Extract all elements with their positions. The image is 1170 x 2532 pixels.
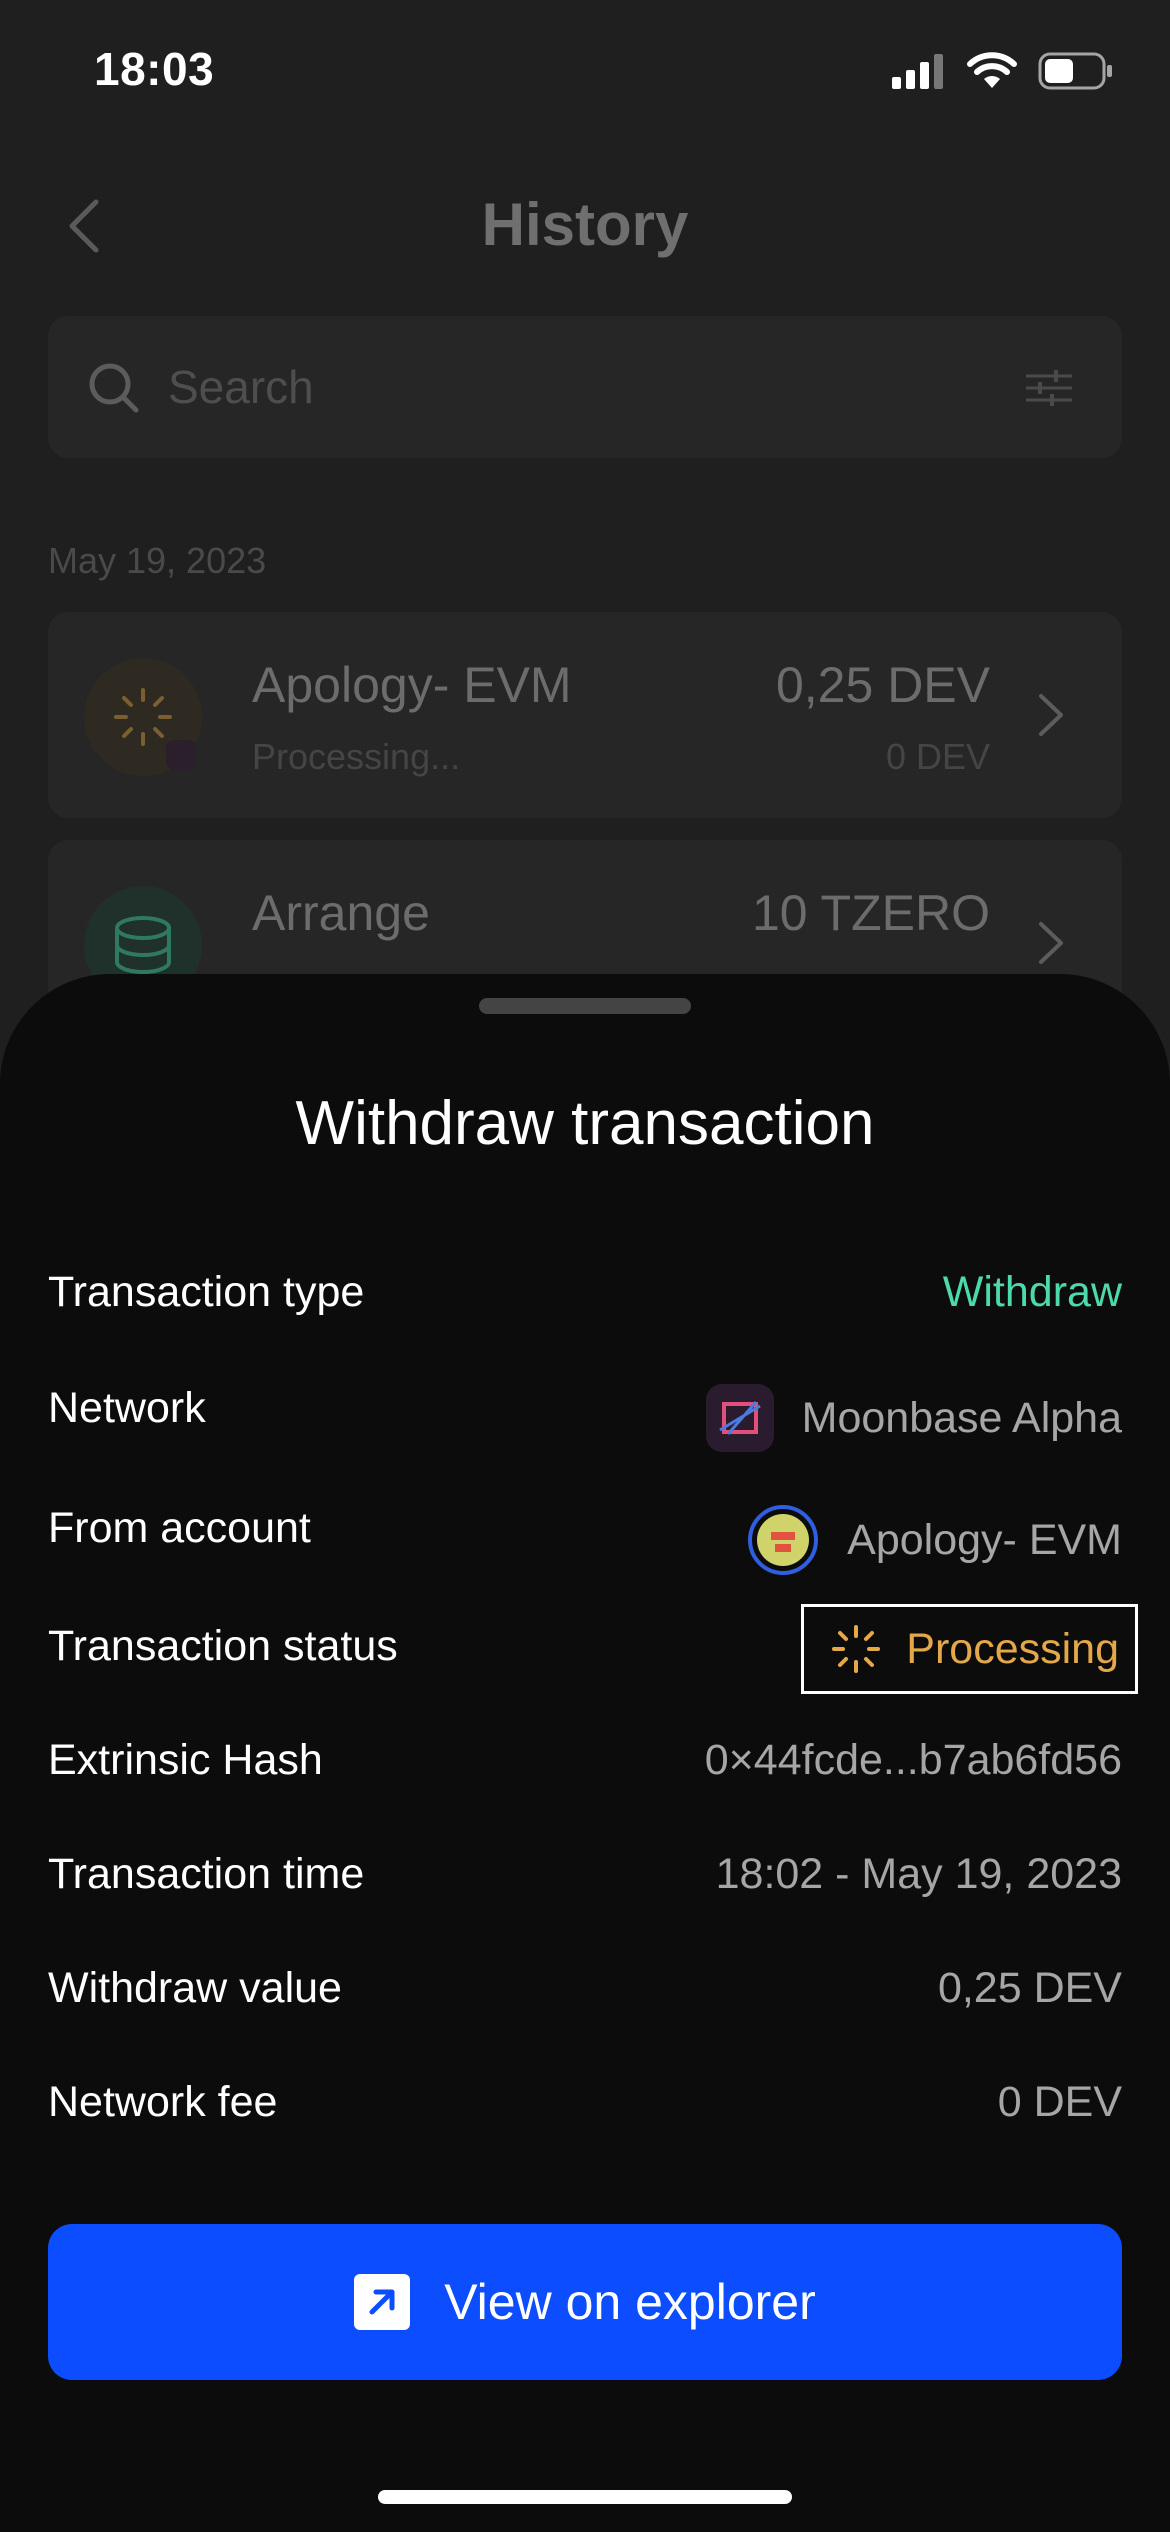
row-transaction-type: Transaction type Withdraw [48, 1254, 1122, 1334]
item-fee: 0 DEV [885, 736, 990, 777]
row-from-account: From account Apology- EVM [48, 1490, 1122, 1575]
chevron-right-icon [1039, 694, 1063, 736]
search-bar[interactable]: Search [48, 316, 1122, 458]
history-title: History [481, 191, 689, 258]
status-time: 18:03 [94, 43, 215, 95]
date-header: May 19, 2023 [48, 540, 267, 581]
row-network-fee: Network fee 0 DEV [48, 2064, 1122, 2144]
row-value-wrap: Apology- EVM [747, 1504, 1122, 1576]
view-on-explorer-button[interactable]: View on explorer [48, 2224, 1122, 2380]
row-transaction-status: Transaction status Processing [48, 1604, 1138, 1694]
row-label: Transaction time [48, 1850, 365, 1898]
status-text: Processing [906, 1624, 1119, 1673]
account-name: Apology- EVM [847, 1515, 1122, 1564]
network-name: Moonbase Alpha [801, 1393, 1122, 1442]
row-value-wrap: Moonbase Alpha [705, 1384, 1122, 1452]
history-screen: 18:03 History Search May 19, 2023 Apolog… [0, 0, 1170, 1046]
external-link-icon [354, 2274, 411, 2330]
explorer-button-label: View on explorer [444, 2274, 816, 2330]
item-name: Arrange [252, 885, 430, 941]
transaction-sheet: Withdraw transaction Transaction type Wi… [0, 974, 1170, 2532]
moonbase-icon [705, 1384, 774, 1452]
account-avatar-icon [748, 1505, 819, 1575]
row-label: From account [48, 1504, 311, 1552]
item-name: Apology- EVM [252, 657, 572, 713]
processing-icon [84, 658, 202, 776]
sheet-title: Withdraw transaction [295, 1089, 875, 1158]
chevron-right-icon [1039, 922, 1063, 964]
row-label: Transaction status [48, 1622, 398, 1670]
row-transaction-time: Transaction time 18:02 - May 19, 2023 [48, 1836, 1122, 1916]
row-label: Transaction type [48, 1268, 365, 1316]
signal-icon [892, 54, 943, 89]
hash-value[interactable]: 0×44fcde...b7ab6fd56 [705, 1736, 1122, 1785]
spinner-icon [832, 1625, 881, 1673]
row-value: Withdraw [942, 1268, 1122, 1316]
search-placeholder: Search [168, 361, 314, 413]
wifi-icon [967, 52, 1017, 88]
row-label: Network fee [48, 2078, 278, 2126]
search-icon [89, 363, 139, 413]
row-label: Withdraw value [48, 1964, 342, 2012]
row-network: Network Moonbase Alpha [48, 1370, 1122, 1452]
row-value: 0,25 DEV [937, 1964, 1122, 2012]
battery-icon [1038, 52, 1112, 90]
filter-icon[interactable] [1024, 366, 1074, 410]
status-badge: Processing [801, 1604, 1138, 1694]
row-withdraw-value: Withdraw value 0,25 DEV [48, 1950, 1122, 2030]
status-icons [890, 52, 1114, 90]
item-status: Processing... [252, 736, 461, 777]
history-item[interactable]: Apology- EVM Processing... 0,25 DEV 0 DE… [48, 612, 1122, 818]
row-label: Network [48, 1384, 206, 1432]
item-amount: 10 TZERO [751, 885, 990, 941]
row-label: Extrinsic Hash [48, 1736, 323, 1784]
row-value: 18:02 - May 19, 2023 [715, 1850, 1122, 1898]
row-extrinsic-hash: Extrinsic Hash 0×44fcde...b7ab6fd56 [48, 1722, 1122, 1802]
item-amount: 0,25 DEV [775, 657, 990, 713]
home-indicator [378, 2490, 792, 2504]
row-value: 0 DEV [997, 2078, 1122, 2126]
screen: 18:03 History Search May 19, 2023 Apolog… [0, 0, 1170, 2532]
sheet-handle[interactable] [479, 998, 691, 1014]
